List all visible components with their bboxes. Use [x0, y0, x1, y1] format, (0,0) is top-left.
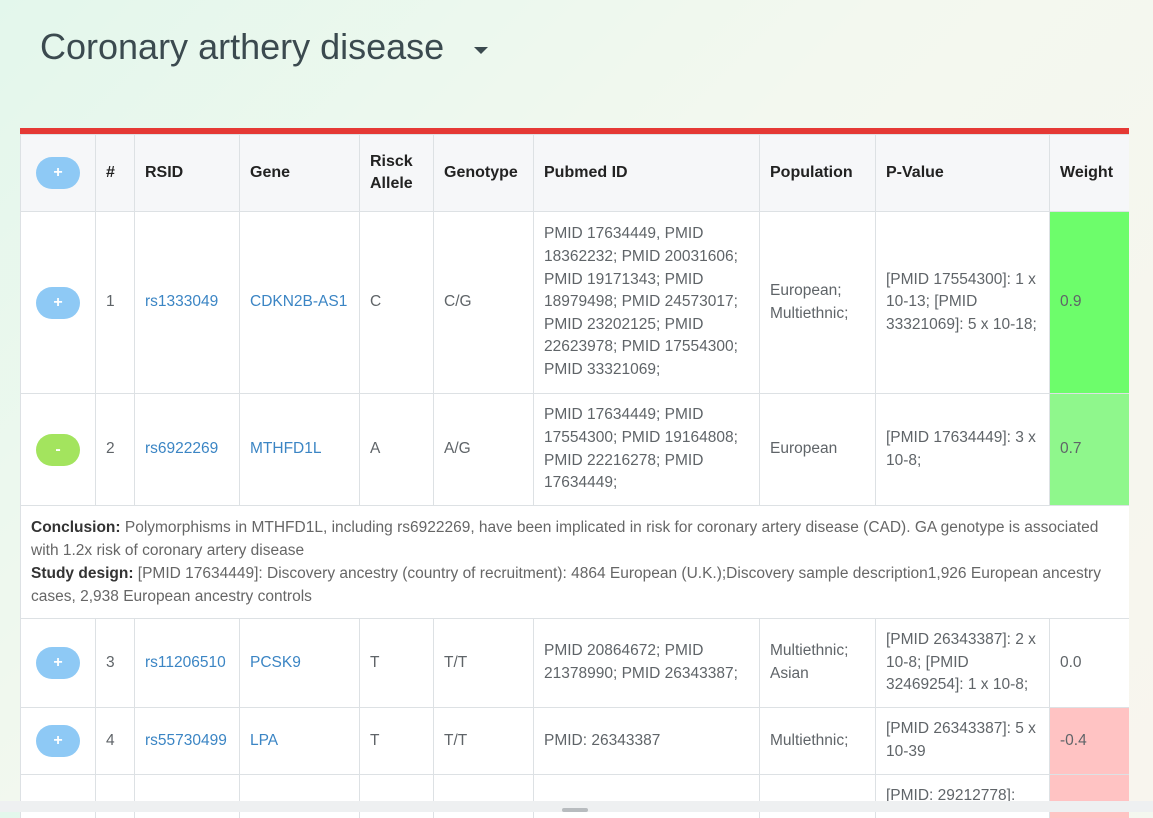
pubmed-cell: PMID 17634449; PMID 17554300; PMID 19164…: [534, 394, 760, 506]
collapse-row-button[interactable]: -: [36, 434, 80, 466]
column-header-gene: Gene: [240, 135, 360, 212]
table-row: - 2 rs6922269 MTHFD1L A A/G PMID 1763444…: [21, 394, 1130, 506]
row-detail: Conclusion: Polymorphisms in MTHFD1L, in…: [21, 506, 1130, 619]
gene-cell: LPA: [240, 708, 360, 775]
caret-down-icon[interactable]: [474, 47, 488, 54]
snp-table-container: + # RSID Gene Risck Allele Genotype Pubm…: [20, 128, 1129, 818]
column-header-pubmed: Pubmed ID: [534, 135, 760, 212]
population-cell: Multiethnic; Asian: [760, 619, 876, 708]
rsid-link[interactable]: rs1333049: [145, 293, 218, 310]
weight-cell: 0.9: [1050, 212, 1130, 394]
population-cell: European: [760, 394, 876, 506]
column-header-num: #: [96, 135, 135, 212]
row-number: 3: [96, 619, 135, 708]
gene-link[interactable]: LPA: [250, 732, 278, 749]
weight-cell: -0.4: [1050, 708, 1130, 775]
pubmed-cell: PMID 20864672; PMID 21378990; PMID 26343…: [534, 619, 760, 708]
weight-cell: 0.0: [1050, 619, 1130, 708]
row-toggle-cell: +: [21, 212, 96, 394]
pubmed-cell: PMID: 26343387: [534, 708, 760, 775]
rsid-link[interactable]: rs6922269: [145, 440, 218, 457]
gene-cell: CDKN2B-AS1: [240, 212, 360, 394]
expand-row-button[interactable]: +: [36, 725, 80, 757]
rsid-cell: rs1333049: [135, 212, 240, 394]
rsid-cell: rs55730499: [135, 708, 240, 775]
pvalue-cell: [PMID 17554300]: 1 x 10-13; [PMID 333210…: [876, 212, 1050, 394]
page-title: Coronary arthery disease: [40, 26, 444, 68]
risk-allele-cell: T: [360, 708, 434, 775]
column-header-weight: Weight: [1050, 135, 1130, 212]
expand-all-button[interactable]: +: [36, 157, 80, 189]
study-design-label: Study design:: [31, 565, 133, 582]
genotype-cell: T/T: [434, 708, 534, 775]
weight-cell: 0.7: [1050, 394, 1130, 506]
table-header-row: + # RSID Gene Risck Allele Genotype Pubm…: [21, 135, 1130, 212]
row-toggle-cell: +: [21, 708, 96, 775]
snp-table: + # RSID Gene Risck Allele Genotype Pubm…: [20, 134, 1129, 818]
scrollbar-thumb[interactable]: [562, 808, 588, 812]
table-row: + 4 rs55730499 LPA T T/T PMID: 26343387 …: [21, 708, 1130, 775]
gene-link[interactable]: PCSK9: [250, 654, 301, 671]
table-row: + 1 rs1333049 CDKN2B-AS1 C C/G PMID 1763…: [21, 212, 1130, 394]
gene-cell: PCSK9: [240, 619, 360, 708]
row-toggle-cell: +: [21, 619, 96, 708]
row-number: 4: [96, 708, 135, 775]
row-detail-content: Conclusion: Polymorphisms in MTHFD1L, in…: [21, 506, 1130, 619]
risk-allele-cell: A: [360, 394, 434, 506]
genotype-cell: C/G: [434, 212, 534, 394]
conclusion-label: Conclusion:: [31, 519, 121, 536]
column-header-genotype: Genotype: [434, 135, 534, 212]
population-cell: Multiethnic;: [760, 708, 876, 775]
gene-cell: MTHFD1L: [240, 394, 360, 506]
table-row: + 3 rs11206510 PCSK9 T T/T PMID 20864672…: [21, 619, 1130, 708]
row-number: 2: [96, 394, 135, 506]
risk-allele-cell: C: [360, 212, 434, 394]
row-number: 1: [96, 212, 135, 394]
expand-row-button[interactable]: +: [36, 287, 80, 319]
title-row[interactable]: Coronary arthery disease: [40, 22, 488, 72]
pubmed-cell: PMID 17634449, PMID 18362232; PMID 20031…: [534, 212, 760, 394]
expand-all-cell: +: [21, 135, 96, 212]
gene-link[interactable]: CDKN2B-AS1: [250, 293, 347, 310]
row-toggle-cell: -: [21, 394, 96, 506]
expand-row-button[interactable]: +: [36, 647, 80, 679]
rsid-cell: rs6922269: [135, 394, 240, 506]
column-header-pvalue: P-Value: [876, 135, 1050, 212]
risk-allele-cell: T: [360, 619, 434, 708]
genotype-cell: A/G: [434, 394, 534, 506]
pvalue-cell: [PMID 26343387]: 2 x 10-8; [PMID 3246925…: [876, 619, 1050, 708]
rsid-link[interactable]: rs55730499: [145, 732, 227, 749]
pvalue-cell: [PMID 26343387]: 5 x 10-39: [876, 708, 1050, 775]
conclusion-text: Polymorphisms in MTHFD1L, including rs69…: [31, 519, 1098, 559]
gene-link[interactable]: MTHFD1L: [250, 440, 321, 457]
column-header-population: Population: [760, 135, 876, 212]
population-cell: European; Multiethnic;: [760, 212, 876, 394]
rsid-cell: rs11206510: [135, 619, 240, 708]
column-header-risk-allele: Risck Allele: [360, 135, 434, 212]
genotype-cell: T/T: [434, 619, 534, 708]
column-header-rsid: RSID: [135, 135, 240, 212]
rsid-link[interactable]: rs11206510: [145, 654, 226, 671]
pvalue-cell: [PMID 17634449]: 3 x 10-8;: [876, 394, 1050, 506]
study-design-text: [PMID 17634449]: Discovery ancestry (cou…: [31, 565, 1101, 605]
